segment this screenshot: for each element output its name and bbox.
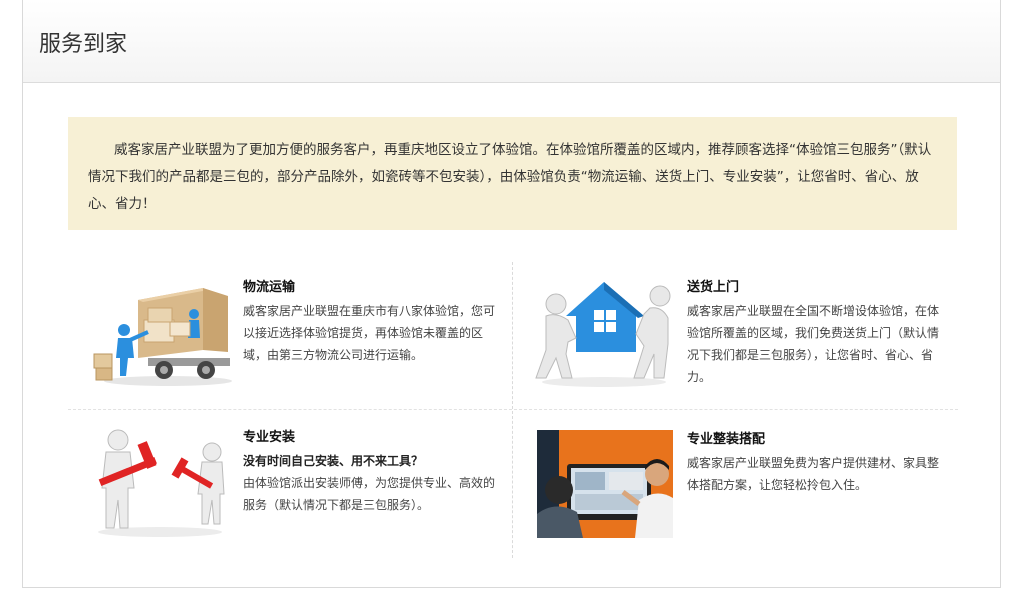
service-title: 专业整装搭配 [687,432,766,447]
page-title: 服务到家 [39,32,128,57]
panel-header: 服务到家 [23,0,1000,83]
consultation-photo-icon [537,430,673,538]
hammer-workers-icon [88,428,233,540]
service-description: 威客家居产业联盟在全国不断增设体验馆，在体验馆所覆盖的区域，我们免费送货上门（默… [687,304,940,384]
service-description: 威客家居产业联盟免费为客户提供建材、家具整体搭配方案，让您轻松拎包入住。 [687,456,940,492]
service-subtitle: 没有时间自己安装、用不来工具？ [243,454,424,468]
horizontal-divider [68,409,958,410]
carry-house-icon [532,278,677,390]
service-title: 专业安装 [243,430,296,445]
service-panel: 服务到家 威客家居产业联盟为了更加方便的服务客户，再重庆地区设立了体验馆。在体验… [22,0,1001,588]
intro-box: 威客家居产业联盟为了更加方便的服务客户，再重庆地区设立了体验馆。在体验馆所覆盖的… [68,117,957,230]
service-title: 物流运输 [243,280,296,295]
vertical-divider [512,262,513,558]
intro-text: 威客家居产业联盟为了更加方便的服务客户，再重庆地区设立了体验馆。在体验馆所覆盖的… [88,142,932,212]
service-description: 由体验馆派出安装师傅，为您提供专业、高效的服务（默认情况下都是三包服务）。 [243,476,496,512]
service-title: 送货上门 [687,280,740,295]
service-description: 威客家居产业联盟在重庆市有八家体验馆，您可以接近选择体验馆提货，再体验馆未覆盖的… [243,304,496,362]
delivery-truck-icon [88,278,233,390]
